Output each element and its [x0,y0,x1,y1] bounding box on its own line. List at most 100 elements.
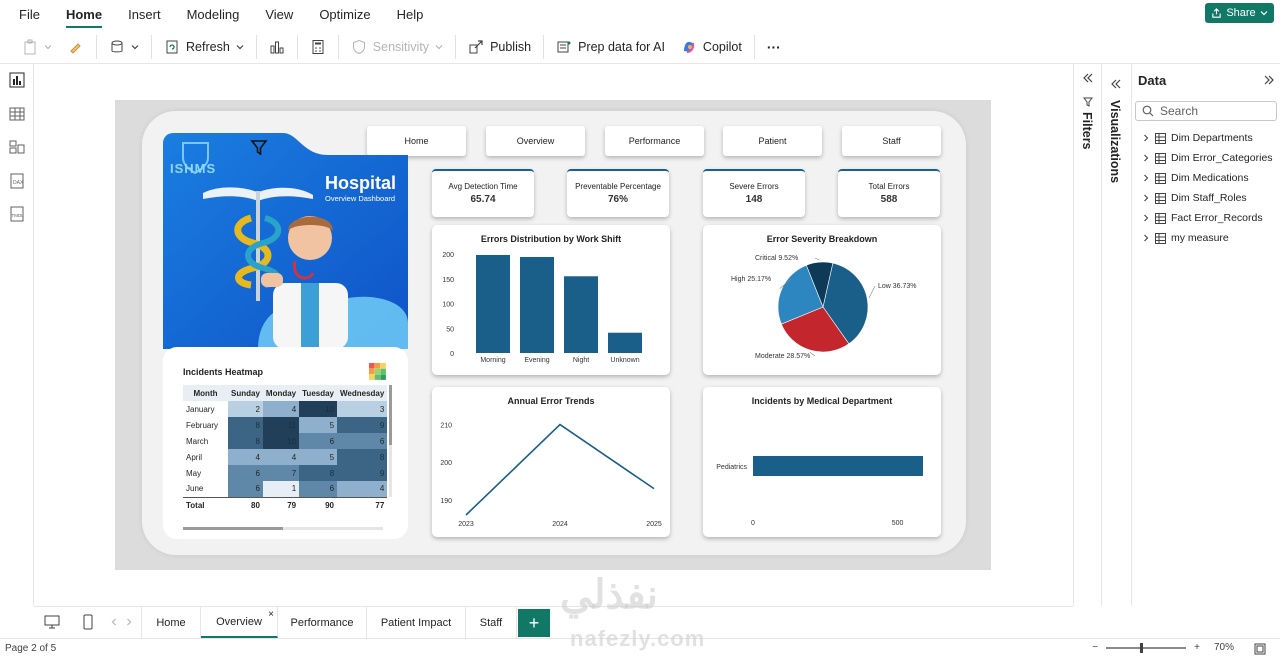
menu-file[interactable]: File [19,7,40,22]
toolbar-divider [151,34,152,59]
toolbar-divider [255,34,257,59]
heatmap-vertical-scrollbar[interactable] [389,385,392,497]
new-visual-button[interactable] [261,34,293,60]
heatmap-total-cell: 77 [337,496,388,513]
bar[interactable] [564,276,598,353]
zoom-slider-thumb[interactable] [1140,642,1144,653]
page-tab-overview[interactable]: Overview × [201,607,278,638]
dax-query-icon[interactable]: DAX [9,173,25,189]
paste-icon [24,39,36,54]
department-chart-card[interactable]: Incidents by Medical Department Pediatri… [703,387,941,537]
menu-home[interactable]: Home [65,7,103,28]
menu-modeling[interactable]: Modeling [187,7,240,22]
zoom-in-button[interactable]: + [1194,642,1200,653]
chevron-left-icon[interactable] [110,618,118,626]
data-tree-item-label: Dim Error_Categories [1171,152,1273,164]
filter-icon[interactable] [250,139,268,157]
chevron-right-icon[interactable] [1142,134,1150,142]
menu-help[interactable]: Help [397,7,424,22]
share-button[interactable]: Share [1205,3,1274,23]
add-page-button[interactable]: + [518,609,550,637]
data-search-input[interactable]: Search [1135,101,1277,121]
calculator-button[interactable] [302,34,334,60]
page-tab-home[interactable]: Home [141,607,201,638]
more-options-button[interactable]: ··· [759,34,789,60]
refresh-button[interactable]: Refresh [156,34,252,60]
heatmap-month: March [183,433,228,449]
publish-button[interactable]: Publish [460,34,539,60]
zoom-out-button[interactable]: − [1092,642,1098,653]
desktop-view-icon[interactable] [44,615,60,629]
close-tab-icon[interactable]: × [268,609,274,620]
shift-chart-card[interactable]: Errors Distribution by Work Shift 0 50 100… [432,225,670,375]
annual-trend-card[interactable]: Annual Error Trends 190 200 210 2023 2024 202… [432,387,670,537]
department-bar-chart: Pediatrics 0 500 [716,456,923,527]
prep-data-icon [557,41,571,52]
heatmap-cell: 5 [299,449,338,465]
fit-page-icon[interactable] [1254,643,1266,655]
expand-chevron-icon[interactable] [1110,78,1122,90]
data-tree-item-label: my measure [1171,232,1229,244]
ribbon-toolbar: Refresh Sensitivity Publish Prep data fo… [0,30,1280,64]
bar[interactable] [520,256,554,353]
report-view-icon[interactable] [9,72,25,88]
scrollbar-thumb[interactable] [389,385,392,445]
nav-performance-button[interactable]: Performance [605,126,704,156]
page-tab-performance[interactable]: Performance [278,607,367,638]
heatmap-cell: 6 [299,481,338,497]
heatmap-horizontal-scrollbar[interactable] [183,527,383,530]
visualizations-label[interactable]: Visualizations [1108,100,1122,183]
data-tree-item-label: Dim Medications [1171,172,1249,184]
toolbar-divider [96,34,97,59]
paste-button[interactable] [14,34,60,60]
menu-insert[interactable]: Insert [128,7,161,22]
chevron-right-icon[interactable] [1142,174,1150,182]
bar[interactable] [476,254,510,353]
table-icon [1155,232,1166,244]
menu-view[interactable]: View [265,7,293,22]
x-tick-label: 2023 [458,521,474,528]
x-tick-label: 0 [751,520,755,527]
page-tab-staff[interactable]: Staff [466,607,517,638]
scrollbar-thumb[interactable] [183,527,283,530]
data-tree-item[interactable]: Dim Error_Categories [1142,152,1273,164]
prep-data-button[interactable]: Prep data for AI [548,34,673,60]
visualizations-pane[interactable]: Visualizations [1101,64,1131,606]
copilot-button[interactable]: Copilot [673,34,750,60]
page-tab-patient-impact[interactable]: Patient Impact [367,607,466,638]
nav-patient-button[interactable]: Patient [723,126,822,156]
chevron-right-icon[interactable] [1142,154,1150,162]
table-view-icon[interactable] [9,106,25,122]
data-tree-item[interactable]: Dim Departments [1142,132,1253,144]
format-painter-button[interactable] [60,34,92,60]
zoom-slider[interactable] [1106,642,1187,653]
chevron-right-icon[interactable] [1142,234,1150,242]
model-view-icon[interactable] [9,139,25,155]
mobile-view-icon[interactable] [82,614,94,630]
chevron-right-icon[interactable] [1142,214,1150,222]
chevron-right-icon[interactable] [1142,194,1150,202]
series-line[interactable] [465,423,655,516]
svg-text:DAX: DAX [13,180,24,186]
menu-optimize[interactable]: Optimize [319,7,370,22]
severity-chart-card[interactable]: Error Severity Breakdown Low 36.73% Moder… [703,225,941,375]
heatmap-month: January [183,401,228,417]
nav-staff-button[interactable]: Staff [842,126,941,156]
pie-label: High 25.17% [731,276,771,283]
collapse-chevron-icon[interactable] [1082,72,1094,84]
data-tree-item[interactable]: Dim Staff_Roles [1142,192,1247,204]
nav-overview-button[interactable]: Overview [486,126,585,156]
data-tree-item[interactable]: Fact Error_Records [1142,212,1263,224]
chevron-right-icon[interactable] [125,618,133,626]
data-tree-item[interactable]: Dim Medications [1142,172,1249,184]
sensitivity-button[interactable]: Sensitivity [343,34,451,60]
filters-label[interactable]: Filters [1080,112,1094,150]
bar[interactable] [608,332,642,353]
filters-pane[interactable]: Filters [1073,64,1101,606]
collapse-pane-icon[interactable] [1263,74,1275,86]
copilot-icon [683,41,695,53]
bar[interactable] [753,456,923,476]
get-data-button[interactable] [101,34,147,60]
data-tree-item[interactable]: my measure [1142,232,1229,244]
tmdl-view-icon[interactable]: TMDL [9,206,25,222]
